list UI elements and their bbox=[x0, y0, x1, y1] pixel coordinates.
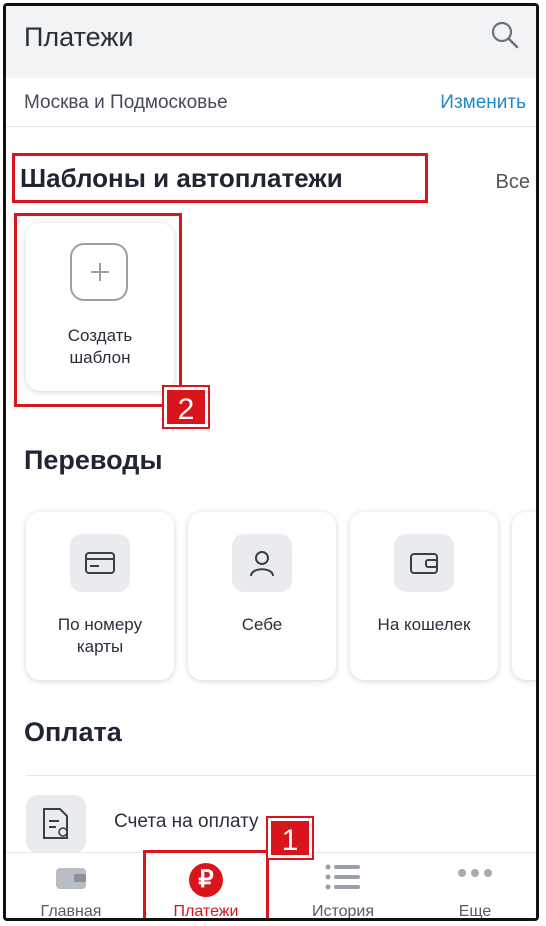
change-region-link[interactable]: Изменить bbox=[440, 92, 526, 114]
annotation-badge-1: 1 bbox=[266, 816, 314, 860]
transfer-to-wallet[interactable]: На кошелек bbox=[350, 512, 498, 680]
nav-label: Главная bbox=[40, 903, 102, 920]
invoices-link[interactable]: Счета на оплату bbox=[114, 811, 259, 833]
transfer-to-self[interactable]: Себе bbox=[188, 512, 336, 680]
divider bbox=[26, 775, 536, 776]
nav-label: Еще bbox=[458, 903, 492, 920]
transfer-by-card-number[interactable]: По номеру карты bbox=[26, 512, 174, 680]
nav-label: История bbox=[311, 903, 375, 920]
region-bar: Москва и Подмосковье Изменить bbox=[6, 78, 536, 127]
transfers-section-title: Переводы bbox=[24, 445, 163, 475]
wallet-icon bbox=[410, 553, 438, 574]
region-name: Москва и Подмосковье bbox=[24, 92, 228, 113]
annotation-badge-2: 2 bbox=[162, 385, 210, 429]
list-icon bbox=[325, 864, 360, 890]
payment-section-title: Оплата bbox=[24, 717, 122, 747]
highlight-templates-title bbox=[12, 153, 428, 203]
person-icon bbox=[250, 551, 274, 577]
transfer-label-line2: карты bbox=[76, 637, 124, 656]
more-icon bbox=[458, 869, 492, 877]
phone-screen: Платежи Москва и Подмосковье Изменить Ша… bbox=[3, 3, 539, 921]
main-content: Шаблоны и автоплатежи Все Создать шаблон… bbox=[6, 127, 536, 853]
transfer-label: На кошелек bbox=[377, 615, 471, 634]
nav-history[interactable]: История bbox=[278, 853, 408, 920]
transfer-label: Себе bbox=[241, 615, 283, 634]
wallet-icon bbox=[56, 868, 86, 889]
highlight-payments-tab bbox=[143, 850, 269, 918]
highlight-create-template bbox=[14, 213, 182, 407]
transfer-label-line1: По номеру bbox=[57, 615, 143, 634]
templates-all-link[interactable]: Все bbox=[496, 171, 530, 194]
app-header: Платежи bbox=[6, 6, 536, 78]
search-icon[interactable] bbox=[490, 20, 520, 50]
bottom-navigation: Главная ₽ Платежи История Еще bbox=[6, 850, 536, 920]
nav-home[interactable]: Главная bbox=[6, 853, 136, 920]
invoice-item-icon bbox=[26, 795, 86, 853]
invoice-icon bbox=[43, 808, 68, 839]
transfer-card-partial[interactable] bbox=[512, 512, 536, 680]
nav-more[interactable]: Еще bbox=[410, 853, 536, 920]
page-title: Платежи bbox=[24, 22, 134, 52]
card-icon bbox=[85, 552, 115, 574]
